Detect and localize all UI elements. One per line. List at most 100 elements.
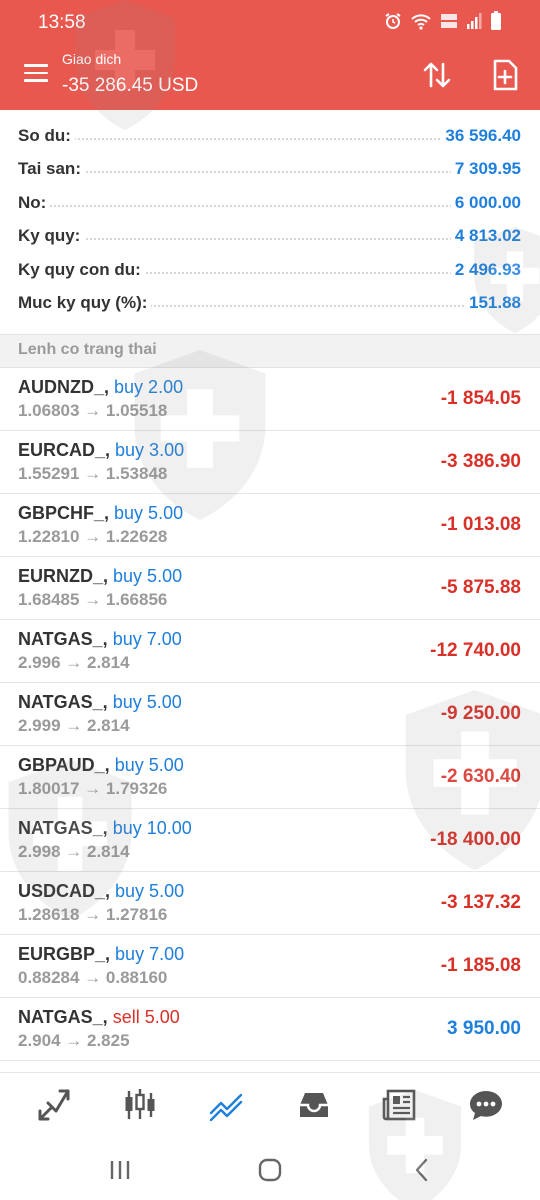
position-row[interactable]: EURGBP_, buy 7.00 0.88284 → 0.88160 -1 1…: [0, 935, 540, 998]
home-button[interactable]: [256, 1156, 284, 1184]
position-row[interactable]: NATGAS_, buy 7.00 2.996 → 2.814 -12 740.…: [0, 620, 540, 683]
position-side: buy 5.00: [114, 755, 184, 775]
position-symbol: EURCAD_,: [18, 440, 111, 460]
messages-icon: [470, 1091, 502, 1120]
position-side: buy 10.00: [112, 818, 192, 838]
position-symbol: AUDNZD_,: [18, 377, 110, 397]
positions-section-header: Lenh co trang thai: [0, 334, 540, 368]
status-bar: 13:58: [0, 0, 540, 44]
page-title: Giao dich: [62, 51, 122, 67]
signal-icon: [466, 12, 482, 35]
position-profit: -5 875.88: [440, 577, 521, 598]
nav-news[interactable]: [382, 1087, 418, 1123]
position-prices: 2.904 → 2.825: [18, 1031, 130, 1050]
summary-value: 4 813.02: [450, 226, 521, 247]
nav-trade[interactable]: [208, 1087, 244, 1123]
position-prices: 1.06803 → 1.05518: [18, 401, 168, 420]
position-profit: -1 854.05: [440, 388, 521, 409]
position-symbol: NATGAS_,: [18, 629, 108, 649]
summary-value: 7 309.95: [450, 159, 521, 180]
new-document-icon: [493, 59, 518, 91]
back-button[interactable]: [408, 1156, 436, 1184]
position-profit: -9 250.00: [440, 703, 521, 724]
position-prices: 1.80017 → 1.79326: [18, 779, 168, 798]
position-row[interactable]: GBPAUD_, buy 5.00 1.80017 → 1.79326 -2 6…: [0, 746, 540, 809]
position-prices: 0.88284 → 0.88160: [18, 968, 168, 987]
position-side: buy 5.00: [115, 881, 185, 901]
summary-label: So du:: [18, 126, 75, 146]
summary-row-margin-level: Muc ky quy (%): 151.88: [0, 285, 540, 318]
new-order-button[interactable]: [488, 58, 522, 92]
summary-value: 6 000.00: [450, 192, 521, 213]
system-navigation-bar: [0, 1138, 540, 1200]
history-icon: [300, 1093, 328, 1117]
account-balance: -35 286.45 USD: [62, 75, 199, 96]
position-profit: -12 740.00: [430, 640, 521, 661]
position-symbol: EURNZD_,: [18, 566, 109, 586]
position-row[interactable]: GBPCHF_, buy 5.00 1.22810 → 1.22628 -1 0…: [0, 494, 540, 557]
position-symbol: NATGAS_,: [18, 692, 108, 712]
recent-apps-button[interactable]: [106, 1156, 134, 1184]
dotted-leader: [18, 204, 520, 207]
section-title: Lenh co trang thai: [18, 341, 157, 358]
summary-value: 151.88: [465, 292, 521, 313]
nav-chart[interactable]: [122, 1087, 158, 1123]
quotes-icon: [38, 1089, 70, 1121]
news-icon: [382, 1089, 416, 1121]
position-symbol: EURGBP_,: [18, 944, 111, 964]
position-symbol: GBPAUD_,: [18, 755, 110, 775]
summary-label: No:: [18, 192, 51, 213]
chart-icon: [125, 1089, 155, 1119]
status-time: 13:58: [38, 12, 86, 33]
position-symbol: NATGAS_,: [18, 1007, 108, 1027]
position-prices: 2.999 → 2.814: [18, 716, 130, 735]
nav-quotes[interactable]: [36, 1087, 72, 1123]
position-side: sell 5.00: [112, 1007, 180, 1027]
summary-label: Muc ky quy (%):: [18, 292, 152, 313]
trade-icon: [209, 1093, 243, 1122]
position-profit: -1 185.08: [440, 955, 521, 976]
position-side: buy 5.00: [113, 566, 183, 586]
app-header: 13:58 Giao dich -35 286.45 USD: [0, 0, 540, 110]
position-symbol: GBPCHF_,: [18, 503, 110, 523]
nav-history[interactable]: [296, 1087, 332, 1123]
menu-icon: [24, 64, 48, 67]
volte-icon: [440, 12, 458, 35]
summary-row-credit: No: 6 000.00: [0, 185, 540, 218]
position-row[interactable]: EURNZD_, buy 5.00 1.68485 → 1.66856 -5 8…: [0, 557, 540, 620]
position-profit: -3 137.32: [440, 892, 521, 913]
summary-row-equity: Tai san: 7 309.95: [0, 151, 540, 184]
summary-label: Tai san:: [18, 159, 85, 180]
positions-list: AUDNZD_, buy 2.00 1.06803 → 1.05518 -1 8…: [0, 368, 540, 1061]
position-row[interactable]: NATGAS_, sell 5.00 2.904 → 2.825 3 950.0…: [0, 998, 540, 1061]
position-profit: -18 400.00: [430, 829, 521, 850]
summary-row-balance: So du: 36 596.40: [0, 118, 540, 151]
menu-button[interactable]: [24, 64, 48, 84]
summary-value: 2 496.93: [450, 259, 521, 280]
account-summary: So du: 36 596.40 Tai san: 7 309.95 No: 6…: [0, 118, 540, 318]
position-prices: 2.996 → 2.814: [18, 653, 130, 672]
position-side: buy 7.00: [112, 629, 182, 649]
position-profit: -2 630.40: [440, 766, 521, 787]
summary-row-free-margin: Ky quy con du: 2 496.93: [0, 252, 540, 285]
position-side: buy 5.00: [112, 692, 182, 712]
position-row[interactable]: USDCAD_, buy 5.00 1.28618 → 1.27816 -3 1…: [0, 872, 540, 935]
home-icon: [258, 1158, 282, 1182]
recent-apps-icon: [110, 1161, 130, 1179]
dotted-leader: [18, 171, 520, 174]
position-side: buy 5.00: [114, 503, 184, 523]
alarm-icon: [384, 12, 402, 35]
position-row[interactable]: EURCAD_, buy 3.00 1.55291 → 1.53848 -3 3…: [0, 431, 540, 494]
position-row[interactable]: NATGAS_, buy 10.00 2.998 → 2.814 -18 400…: [0, 809, 540, 872]
summary-value: 36 596.40: [441, 126, 521, 146]
position-row[interactable]: AUDNZD_, buy 2.00 1.06803 → 1.05518 -1 8…: [0, 368, 540, 431]
sort-button[interactable]: [420, 58, 454, 92]
nav-messages[interactable]: [468, 1087, 504, 1123]
battery-icon: [490, 10, 502, 36]
position-profit: -1 013.08: [440, 514, 521, 535]
back-icon: [415, 1158, 428, 1182]
status-icons: [384, 10, 502, 36]
position-row[interactable]: NATGAS_, buy 5.00 2.999 → 2.814 -9 250.0…: [0, 683, 540, 746]
position-side: buy 2.00: [114, 377, 184, 397]
position-symbol: USDCAD_,: [18, 881, 111, 901]
